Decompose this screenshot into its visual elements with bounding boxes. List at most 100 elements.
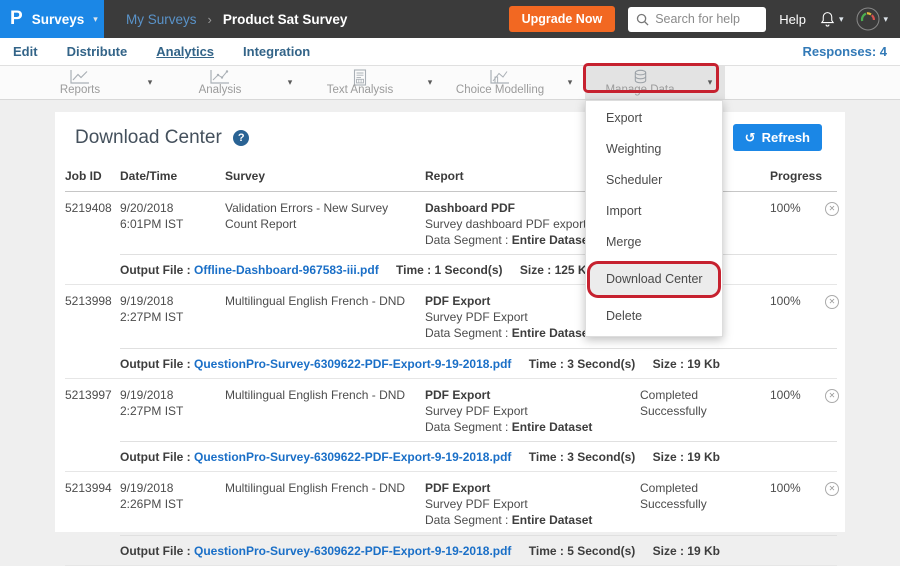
surveys-menu[interactable]: P Surveys ▾	[0, 0, 104, 38]
page-title: Download Center	[75, 127, 222, 148]
notifications-menu[interactable]: ▾	[819, 10, 844, 28]
date-time-cell: 9/19/2018 2:27PM IST	[120, 388, 225, 435]
upgrade-now-button[interactable]: Upgrade Now	[509, 6, 616, 32]
output-file-link[interactable]: QuestionPro-Survey-6309622-PDF-Export-9-…	[194, 544, 511, 558]
refresh-button-label: Refresh	[762, 130, 810, 145]
toolbar-text-analysis[interactable]: Text Analysis ▾	[305, 66, 445, 99]
progress-cell: 100%	[770, 201, 825, 248]
toolbar-manage-data-label: Manage Data	[605, 84, 674, 96]
menu-item-weighting[interactable]: Weighting	[586, 134, 722, 165]
toolbar-reports-label: Reports	[60, 84, 100, 96]
chevron-down-icon[interactable]: ▾	[555, 66, 585, 99]
job-time: 5 Second(s)	[567, 544, 635, 558]
breadcrumb-my-surveys[interactable]: My Surveys	[126, 12, 197, 27]
menu-item-export[interactable]: Export	[586, 103, 722, 134]
cancel-job-icon[interactable]: ✕	[825, 202, 839, 216]
refresh-icon: ↺	[745, 131, 756, 144]
job-id-cell: 5219408	[65, 201, 120, 248]
search-icon	[636, 13, 649, 26]
survey-cell: Validation Errors - New Survey Count Rep…	[225, 201, 425, 248]
tab-analytics[interactable]: Analytics	[156, 44, 214, 59]
survey-nav: Edit Distribute Analytics Integration Re…	[0, 38, 900, 66]
avatar	[856, 7, 880, 31]
job-size: 19 Kb	[687, 357, 720, 371]
column-header-survey: Survey	[225, 169, 425, 183]
column-header-date-time: Date/Time	[120, 169, 225, 183]
job-size: 19 Kb	[687, 544, 720, 558]
date-time-cell: 9/20/2018 6:01PM IST	[120, 201, 225, 248]
table-row: 5213994 9/19/2018 2:26PM IST Multilingua…	[65, 472, 837, 565]
cancel-job-icon[interactable]: ✕	[825, 389, 839, 403]
bell-icon	[819, 10, 836, 28]
responses-count[interactable]: Responses: 4	[802, 44, 887, 59]
report-title: PDF Export	[425, 388, 628, 404]
status-cell: Completed Successfully	[640, 481, 770, 528]
chevron-down-icon[interactable]: ▾	[135, 66, 165, 99]
menu-item-download-center[interactable]: Download Center	[590, 264, 718, 295]
output-file-link[interactable]: QuestionPro-Survey-6309622-PDF-Export-9-…	[194, 357, 511, 371]
chevron-down-icon[interactable]: ▾	[695, 66, 725, 99]
menu-item-delete[interactable]: Delete	[586, 301, 722, 332]
output-file-link[interactable]: Offline-Dashboard-967583-iii.pdf	[194, 263, 379, 277]
output-file-row: Output File : QuestionPro-Survey-6309622…	[120, 535, 837, 565]
job-time: 3 Second(s)	[567, 450, 635, 464]
toolbar-reports[interactable]: Reports ▾	[25, 66, 165, 99]
search-input[interactable]	[655, 12, 758, 26]
cancel-job-icon[interactable]: ✕	[825, 482, 839, 496]
cancel-job-icon[interactable]: ✕	[825, 295, 839, 309]
chevron-down-icon: ▾	[883, 15, 888, 24]
toolbar-analysis[interactable]: Analysis ▾	[165, 66, 305, 99]
download-center-panel: Download Center ? ↺ Refresh Job ID Date/…	[55, 112, 845, 532]
toolbar-analysis-label: Analysis	[199, 84, 242, 96]
chevron-down-icon[interactable]: ▾	[275, 66, 305, 99]
toolbar-choice-modelling[interactable]: Choice Modelling ▾	[445, 66, 585, 99]
download-center-header: Download Center ? ↺ Refresh	[55, 112, 845, 160]
progress-cell: 100%	[770, 294, 825, 341]
topbar: P Surveys ▾ My Surveys › Product Sat Sur…	[0, 0, 900, 38]
help-circle-icon[interactable]: ?	[233, 130, 249, 146]
account-menu[interactable]: ▾	[856, 7, 888, 31]
report-subtitle: Survey PDF Export	[425, 404, 628, 420]
job-time: 1 Second(s)	[435, 263, 503, 277]
toolbar-text-analysis-label: Text Analysis	[327, 84, 393, 96]
output-file-row: Output File : QuestionPro-Survey-6309622…	[120, 348, 837, 378]
menu-item-scheduler[interactable]: Scheduler	[586, 165, 722, 196]
status-cell: Completed Successfully	[640, 388, 770, 435]
menu-item-merge[interactable]: Merge	[586, 227, 722, 258]
chevron-down-icon: ▾	[839, 15, 844, 24]
date-time-cell: 9/19/2018 2:26PM IST	[120, 481, 225, 528]
job-time: 3 Second(s)	[567, 357, 635, 371]
output-file-link[interactable]: QuestionPro-Survey-6309622-PDF-Export-9-…	[194, 450, 511, 464]
progress-cell: 100%	[770, 388, 825, 435]
chevron-down-icon: ▾	[93, 15, 98, 24]
survey-cell: Multilingual English French - DND	[225, 481, 425, 528]
job-id-cell: 5213994	[65, 481, 120, 528]
breadcrumb: My Surveys › Product Sat Survey	[126, 12, 347, 27]
menu-item-import[interactable]: Import	[586, 196, 722, 227]
tab-distribute[interactable]: Distribute	[67, 44, 128, 59]
job-size: 19 Kb	[687, 450, 720, 464]
toolbar-manage-data[interactable]: Manage Data ▾	[585, 66, 725, 99]
help-link[interactable]: Help	[779, 12, 806, 27]
analytics-toolbar: Reports ▾ Analysis ▾ Text Analysis ▾ Cho…	[0, 66, 900, 100]
job-id-cell: 5213998	[65, 294, 120, 341]
report-cell: PDF Export Survey PDF Export Data Segmen…	[425, 388, 640, 435]
survey-cell: Multilingual English French - DND	[225, 388, 425, 435]
progress-cell: 100%	[770, 481, 825, 528]
chevron-down-icon[interactable]: ▾	[415, 66, 445, 99]
help-search-box[interactable]	[628, 7, 766, 32]
job-id-cell: 5213997	[65, 388, 120, 435]
refresh-button[interactable]: ↺ Refresh	[733, 124, 822, 151]
date-time-cell: 9/19/2018 2:27PM IST	[120, 294, 225, 341]
column-header-progress: Progress	[770, 169, 825, 183]
survey-cell: Multilingual English French - DND	[225, 294, 425, 341]
output-file-row: Output File : Offline-Dashboard-967583-i…	[120, 254, 837, 284]
report-title: PDF Export	[425, 481, 628, 497]
breadcrumb-separator-icon: ›	[208, 12, 212, 27]
table-body: 5219408 9/20/2018 6:01PM IST Validation …	[55, 192, 845, 566]
questionpro-logo-icon: P	[10, 8, 23, 30]
tab-integration[interactable]: Integration	[243, 44, 310, 59]
tab-edit[interactable]: Edit	[13, 44, 38, 59]
report-subtitle: Survey PDF Export	[425, 497, 628, 513]
surveys-menu-label: Surveys	[32, 12, 85, 27]
